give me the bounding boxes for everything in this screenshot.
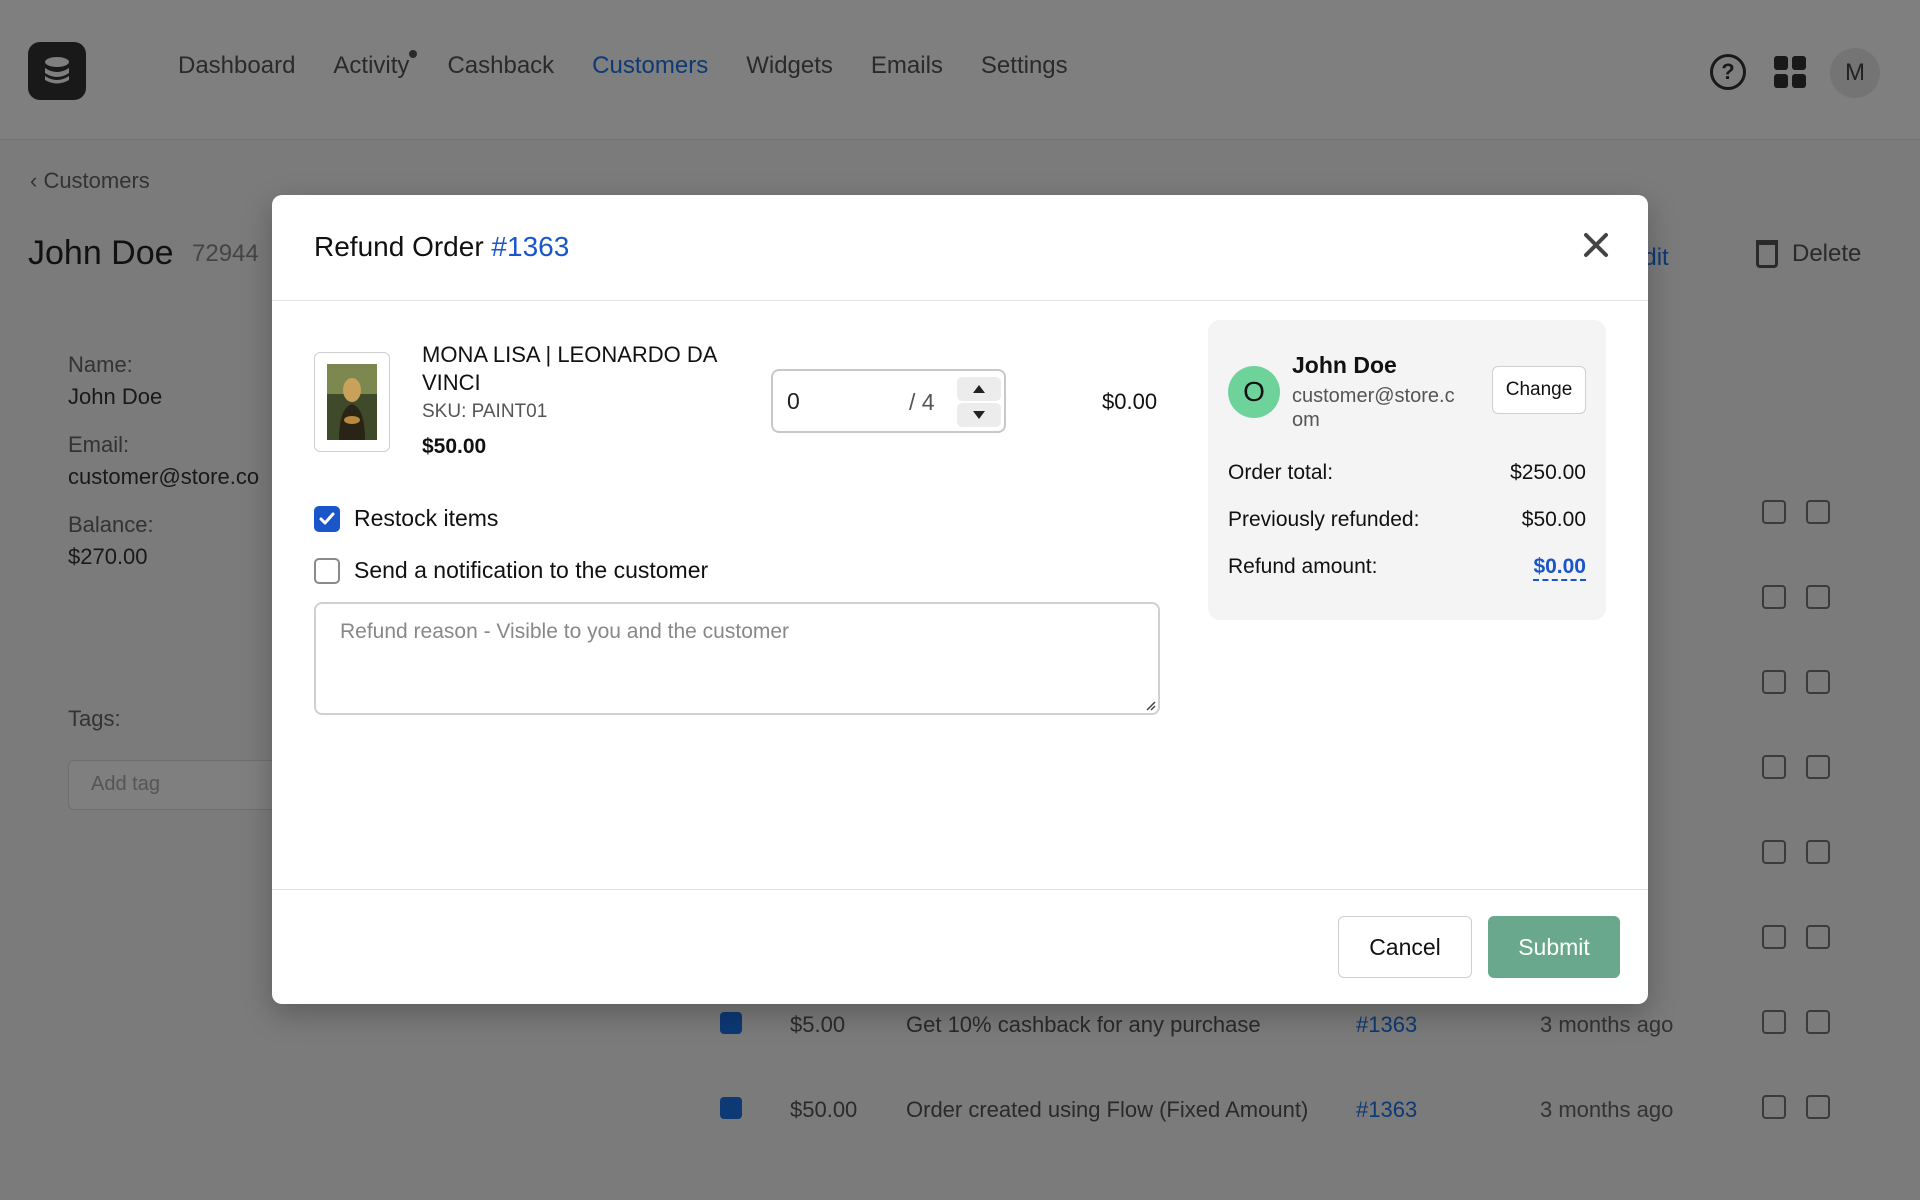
product-price: $50.00 <box>422 435 487 458</box>
line-total: $0.00 <box>1102 389 1158 414</box>
submit-button[interactable]: Submit <box>1488 916 1620 978</box>
order-total-row: Order total: $250.00 <box>1228 461 1586 491</box>
resize-handle-icon[interactable] <box>1144 699 1156 711</box>
previously-refunded-label: Previously refunded: <box>1228 508 1420 531</box>
refund-amount-row: Refund amount: $0.00 <box>1228 555 1586 585</box>
previously-refunded-value: $50.00 <box>1521 508 1586 531</box>
modal-title-prefix: Refund Order <box>314 231 492 262</box>
order-total-value: $250.00 <box>1510 461 1586 484</box>
close-icon <box>1584 233 1608 257</box>
notify-customer-label: Send a notification to the customer <box>354 557 709 583</box>
product-thumbnail <box>314 352 390 452</box>
quantity-stepper: / 4 <box>771 369 1006 433</box>
refund-order-modal: Refund Order #1363 MONA LISA | LEONARDO … <box>272 195 1648 1004</box>
caret-up-icon <box>973 385 985 393</box>
modal-title: Refund Order #1363 <box>314 231 569 263</box>
refund-amount-label: Refund amount: <box>1228 555 1378 578</box>
painting-image-icon <box>327 364 377 440</box>
quantity-stepper-buttons <box>957 377 1001 427</box>
customer-avatar: O <box>1228 366 1280 418</box>
notify-customer-row[interactable]: Send a notification to the customer <box>314 557 708 584</box>
checkmark-icon <box>319 512 335 524</box>
restock-items-label: Restock items <box>354 505 499 531</box>
refund-amount-value[interactable]: $0.00 <box>1533 555 1586 581</box>
quantity-max: / 4 <box>909 389 935 415</box>
refund-reason-textarea[interactable] <box>314 602 1160 715</box>
change-customer-button[interactable]: Change <box>1492 366 1586 414</box>
order-total-label: Order total: <box>1228 461 1334 484</box>
caret-down-icon <box>973 411 985 419</box>
quantity-decrease-button[interactable] <box>957 403 1001 427</box>
refund-summary-card: O John Doe customer@store.com Change Ord… <box>1208 320 1606 620</box>
product-sku: SKU: PAINT01 <box>422 401 548 422</box>
quantity-input[interactable] <box>787 383 877 419</box>
customer-email: customer@store.com <box>1292 385 1455 431</box>
previously-refunded-row: Previously refunded: $50.00 <box>1228 508 1586 538</box>
customer-name: John Doe <box>1292 352 1397 378</box>
modal-footer: Cancel Submit <box>272 889 1648 1004</box>
restock-items-checkbox[interactable] <box>314 505 340 532</box>
modal-header: Refund Order #1363 <box>272 195 1648 301</box>
restock-items-row[interactable]: Restock items <box>314 505 498 532</box>
notify-customer-checkbox[interactable] <box>314 557 340 584</box>
quantity-increase-button[interactable] <box>957 377 1001 401</box>
product-name: MONA LISA | LEONARDO DA VINCI <box>422 342 717 395</box>
order-number-link[interactable]: #1363 <box>491 231 569 262</box>
close-button[interactable] <box>1576 225 1616 265</box>
cancel-button[interactable]: Cancel <box>1338 916 1472 978</box>
